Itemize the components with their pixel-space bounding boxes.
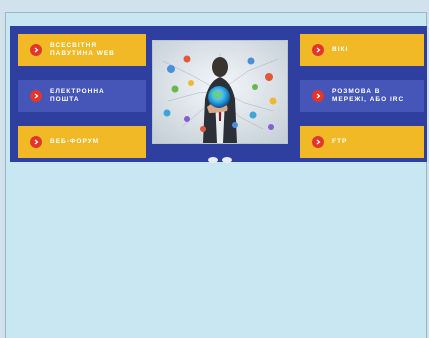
menu-button-wiki[interactable]: ВІКІ xyxy=(300,34,424,66)
menu-button-web-forum[interactable]: ВЕБ-ФОРУМ xyxy=(18,126,146,158)
menu-button-email[interactable]: ЕЛЕКТРОННА ПОШТА xyxy=(18,80,146,112)
menu-button-label: ВЕБ-ФОРУМ xyxy=(50,138,100,145)
menu-button-world-wide-web[interactable]: ВСЕСВІТНЯ ПАВУТИНА WEB xyxy=(18,34,146,66)
arrow-right-icon xyxy=(312,44,324,56)
arrow-right-icon xyxy=(30,136,42,148)
arrow-right-icon xyxy=(312,136,324,148)
arrow-right-icon xyxy=(30,44,42,56)
menu-button-label: FTP xyxy=(332,138,348,145)
carousel-indicator xyxy=(208,157,232,163)
menu-button-label: РОЗМОВА В МЕРЕЖІ, АБО IRC xyxy=(332,88,405,103)
arrow-right-icon xyxy=(312,90,324,102)
menu-button-label: ВІКІ xyxy=(332,46,349,53)
businessman-globe-image xyxy=(152,40,288,144)
arrow-right-icon xyxy=(30,90,42,102)
menu-button-label: ВСЕСВІТНЯ ПАВУТИНА WEB xyxy=(50,42,115,57)
menu-button-irc-chat[interactable]: РОЗМОВА В МЕРЕЖІ, АБО IRC xyxy=(300,80,424,112)
menu-button-label: ЕЛЕКТРОННА ПОШТА xyxy=(50,88,105,103)
menu-button-ftp[interactable]: FTP xyxy=(300,126,424,158)
